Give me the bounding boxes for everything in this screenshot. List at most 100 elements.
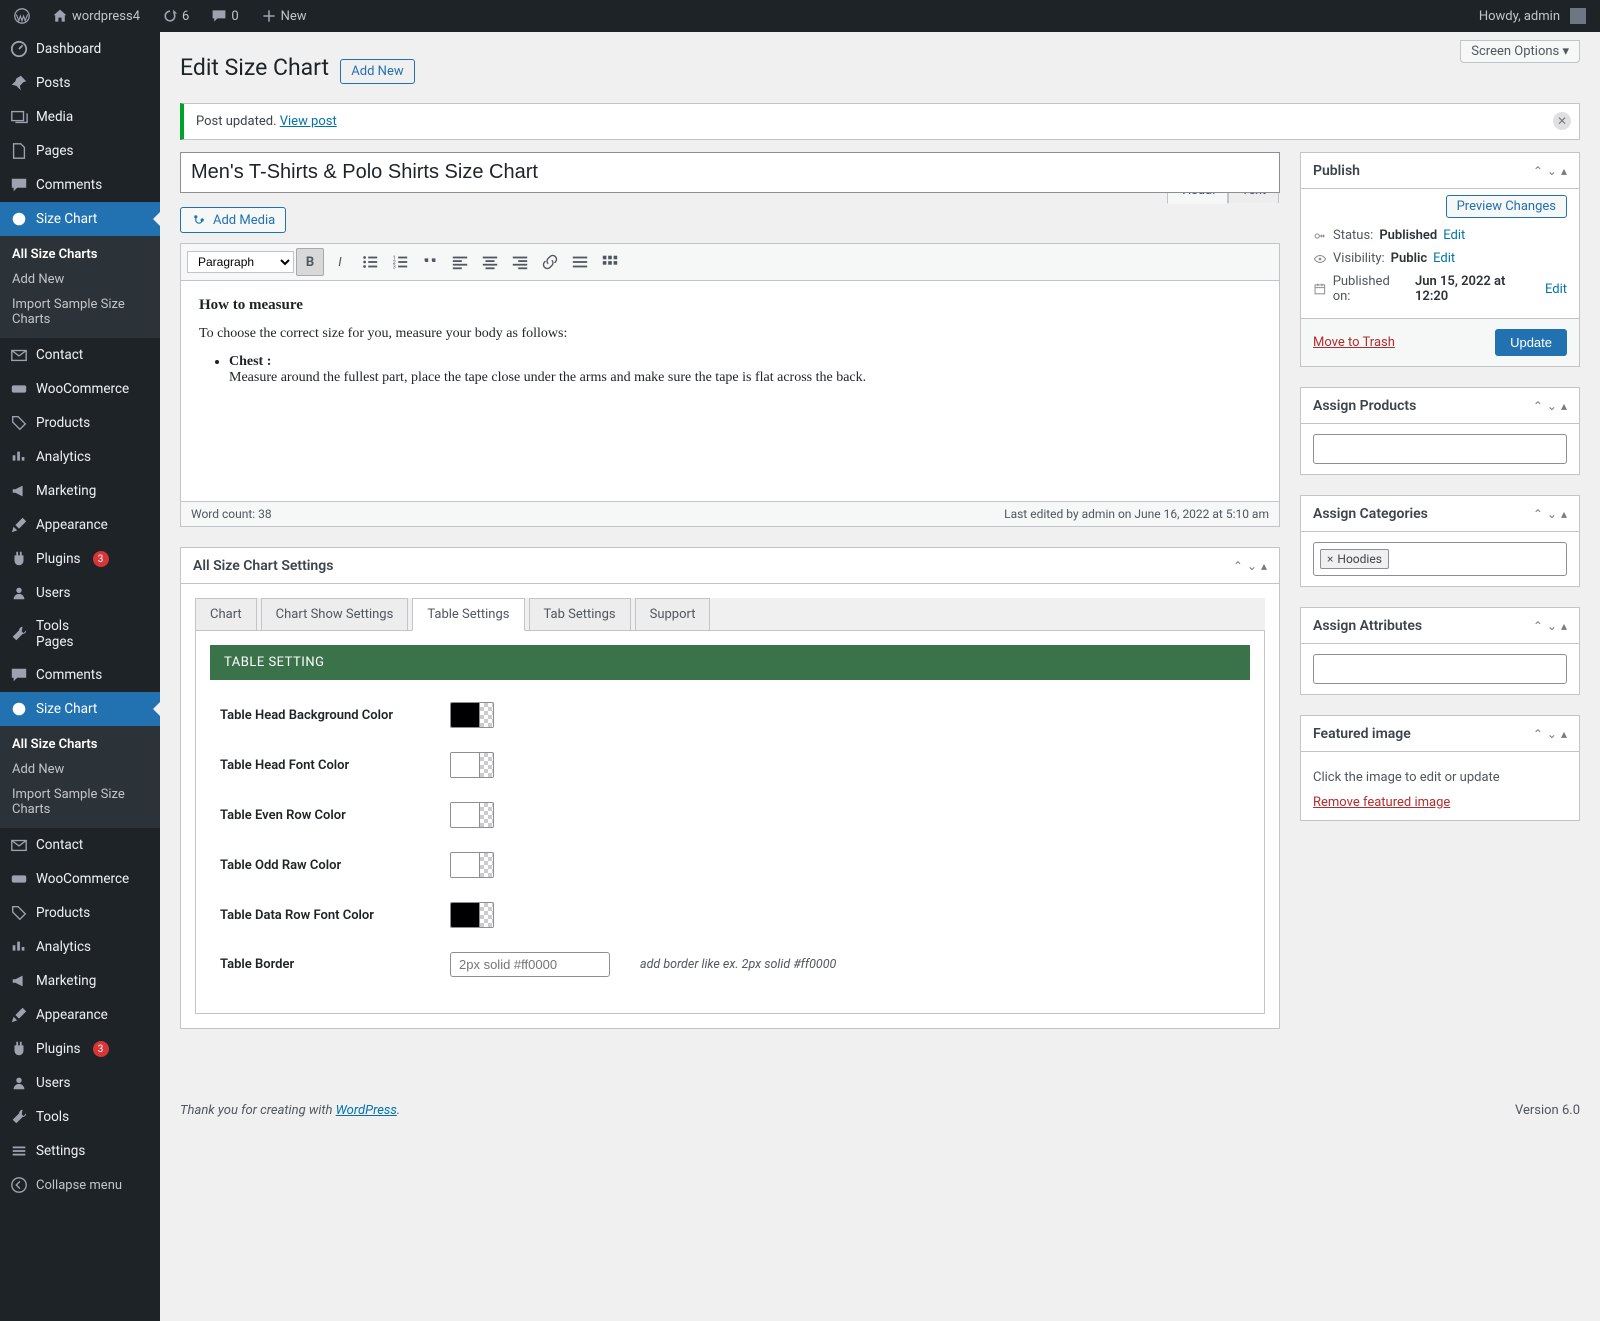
menu-marketing2[interactable]: Marketing — [0, 964, 160, 998]
metabox-move-up[interactable]: ⌃ — [1233, 559, 1243, 573]
edit-date-link[interactable]: Edit — [1545, 282, 1567, 297]
menu-size-chart2[interactable]: Size Chart — [0, 692, 160, 726]
menu-comments[interactable]: Comments — [0, 168, 160, 202]
menu-comments2[interactable]: Comments — [0, 658, 160, 692]
quote-button[interactable] — [416, 248, 444, 276]
ol-button[interactable]: 123 — [386, 248, 414, 276]
box-down[interactable]: ⌄ — [1547, 507, 1557, 521]
menu-appearance2[interactable]: Appearance — [0, 998, 160, 1032]
assign-products-input[interactable] — [1313, 434, 1567, 464]
box-up[interactable]: ⌃ — [1533, 507, 1543, 521]
color-even[interactable] — [450, 802, 494, 828]
remove-tag-icon[interactable]: × — [1327, 552, 1333, 566]
box-down[interactable]: ⌄ — [1547, 399, 1557, 413]
wordpress-link[interactable]: WordPress — [336, 1103, 397, 1118]
box-up[interactable]: ⌃ — [1533, 399, 1543, 413]
menu-products[interactable]: Products — [0, 406, 160, 440]
sub-import-sample2[interactable]: Import Sample Size Charts — [0, 782, 160, 822]
menu-analytics[interactable]: Analytics — [0, 440, 160, 474]
align-center-button[interactable] — [476, 248, 504, 276]
menu-users[interactable]: Users — [0, 576, 160, 610]
align-left-button[interactable] — [446, 248, 474, 276]
stab-chart[interactable]: Chart — [195, 598, 257, 631]
stab-tab[interactable]: Tab Settings — [529, 598, 631, 631]
color-head-font[interactable] — [450, 752, 494, 778]
box-toggle[interactable]: ▴ — [1561, 619, 1567, 633]
menu-appearance[interactable]: Appearance — [0, 508, 160, 542]
metabox-move-down[interactable]: ⌄ — [1247, 559, 1257, 573]
menu-contact[interactable]: Contact — [0, 338, 160, 372]
update-button[interactable]: Update — [1495, 329, 1567, 356]
menu-plugins2[interactable]: Plugins3 — [0, 1032, 160, 1066]
stab-show[interactable]: Chart Show Settings — [261, 598, 409, 631]
stab-table[interactable]: Table Settings — [412, 598, 524, 631]
stab-support[interactable]: Support — [635, 598, 711, 631]
ul-button[interactable] — [356, 248, 384, 276]
box-toggle[interactable]: ▴ — [1561, 507, 1567, 521]
view-post-link[interactable]: View post — [280, 114, 337, 129]
box-toggle[interactable]: ▴ — [1561, 399, 1567, 413]
box-down[interactable]: ⌄ — [1547, 727, 1557, 741]
sub-all-size-charts[interactable]: All Size Charts — [0, 242, 160, 267]
assign-categories-input[interactable]: ×Hoodies — [1313, 542, 1567, 576]
menu-woocommerce[interactable]: WooCommerce — [0, 372, 160, 406]
metabox-toggle[interactable]: ▴ — [1261, 559, 1267, 573]
color-odd[interactable] — [450, 852, 494, 878]
menu-dashboard[interactable]: Dashboard — [0, 32, 160, 66]
menu-contact2[interactable]: Contact — [0, 828, 160, 862]
box-up[interactable]: ⌃ — [1533, 727, 1543, 741]
remove-featured-link[interactable]: Remove featured image — [1313, 795, 1450, 810]
sub-import-sample[interactable]: Import Sample Size Charts — [0, 292, 160, 332]
format-select[interactable]: Paragraph — [187, 251, 294, 273]
new-link[interactable]: New — [255, 0, 313, 32]
category-tag[interactable]: ×Hoodies — [1320, 549, 1389, 569]
menu-users2[interactable]: Users — [0, 1066, 160, 1100]
menu-marketing[interactable]: Marketing — [0, 474, 160, 508]
edit-visibility-link[interactable]: Edit — [1433, 251, 1455, 266]
align-right-button[interactable] — [506, 248, 534, 276]
border-input[interactable] — [450, 952, 610, 977]
add-media-button[interactable]: Add Media — [180, 207, 286, 233]
menu-analytics2[interactable]: Analytics — [0, 930, 160, 964]
sub-add-new[interactable]: Add New — [0, 267, 160, 292]
readmore-button[interactable] — [566, 248, 594, 276]
menu-settings[interactable]: Settings — [0, 1134, 160, 1168]
sub-all-size-charts2[interactable]: All Size Charts — [0, 732, 160, 757]
publish-toggle[interactable]: ▴ — [1561, 164, 1567, 178]
link-button[interactable] — [536, 248, 564, 276]
screen-options-toggle[interactable]: Screen Options — [1460, 40, 1580, 63]
box-toggle[interactable]: ▴ — [1561, 727, 1567, 741]
preview-changes-button[interactable]: Preview Changes — [1446, 195, 1567, 218]
menu-plugins[interactable]: Plugins3 — [0, 542, 160, 576]
dismiss-notice-button[interactable]: ✕ — [1553, 112, 1571, 130]
box-down[interactable]: ⌄ — [1547, 619, 1557, 633]
toolbar-toggle-button[interactable] — [596, 248, 624, 276]
add-new-button[interactable]: Add New — [340, 59, 414, 84]
site-link[interactable]: wordpress4 — [46, 0, 146, 32]
color-head-bg[interactable] — [450, 702, 494, 728]
menu-pages[interactable]: Pages — [0, 134, 160, 168]
color-data-font[interactable] — [450, 902, 494, 928]
menu-size-chart[interactable]: Size Chart — [0, 202, 160, 236]
publish-up[interactable]: ⌃ — [1533, 164, 1543, 178]
publish-down[interactable]: ⌄ — [1547, 164, 1557, 178]
trash-link[interactable]: Move to Trash — [1313, 335, 1395, 350]
edit-status-link[interactable]: Edit — [1443, 228, 1465, 243]
menu-tools[interactable]: ToolsPages — [0, 610, 160, 658]
howdy[interactable]: Howdy, admin — [1473, 0, 1592, 32]
comments-link[interactable]: 0 — [205, 0, 244, 32]
italic-button[interactable]: I — [326, 248, 354, 276]
menu-tools2[interactable]: Tools — [0, 1100, 160, 1134]
sub-add-new2[interactable]: Add New — [0, 757, 160, 782]
menu-media[interactable]: Media — [0, 100, 160, 134]
menu-products2[interactable]: Products — [0, 896, 160, 930]
updates-link[interactable]: 6 — [156, 0, 195, 32]
wp-logo[interactable] — [8, 0, 36, 32]
box-up[interactable]: ⌃ — [1533, 619, 1543, 633]
bold-button[interactable]: B — [296, 248, 324, 276]
post-title-input[interactable] — [180, 152, 1280, 193]
menu-woocommerce2[interactable]: WooCommerce — [0, 862, 160, 896]
collapse-menu[interactable]: Collapse menu — [0, 1168, 160, 1202]
menu-posts[interactable]: Posts — [0, 66, 160, 100]
assign-attributes-input[interactable] — [1313, 654, 1567, 684]
